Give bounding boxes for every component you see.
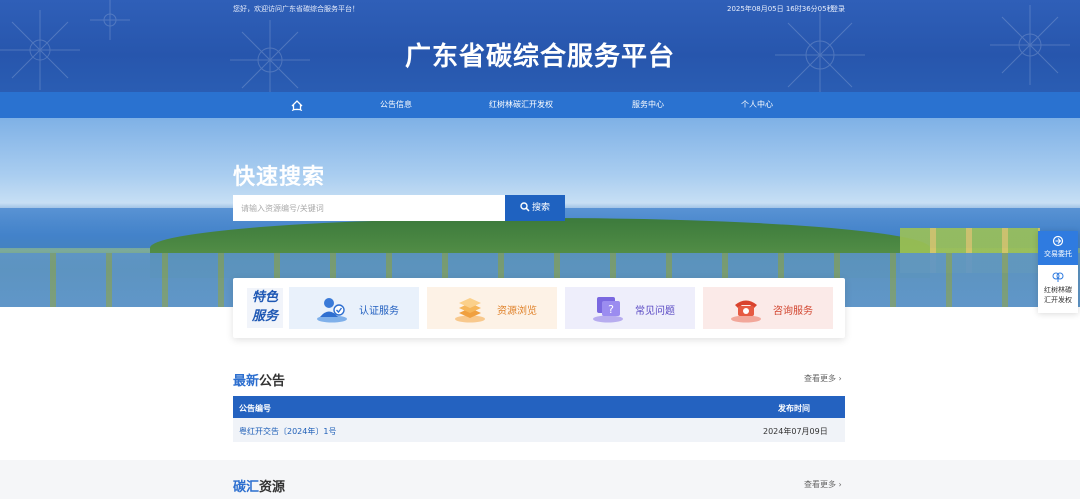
- table-header: 公告编号 发布时间: [233, 396, 845, 418]
- login-link[interactable]: 登录: [831, 4, 845, 14]
- announcement-date: 2024年07月09日: [763, 427, 828, 436]
- resource-browse-icon: [455, 298, 485, 323]
- carbon-sink-more-label: 查看更多: [804, 480, 836, 489]
- featured-services-label: 特色 服务: [247, 288, 283, 328]
- welcome-text: 您好，欢迎访问广东省碳综合服务平台！: [233, 5, 359, 13]
- resource-browse-label: 资源浏览: [497, 306, 537, 317]
- site-title: 广东省碳综合服务平台: [404, 42, 675, 72]
- quick-search-title: 快速搜索: [233, 165, 326, 190]
- floating-side-panel: 交易委托 红树林碳汇开发权: [1038, 231, 1078, 313]
- certification-service-card[interactable]: 认证服务: [289, 287, 419, 329]
- certification-service-label: 认证服务: [359, 306, 399, 317]
- column-header-number: 公告编号: [239, 404, 271, 413]
- chevron-right-icon: ›: [838, 480, 842, 489]
- latest-announcements-title-highlight: 最新: [233, 374, 260, 389]
- trade-entrust-label: 交易委托: [1044, 250, 1072, 258]
- faq-card[interactable]: ? 常见问题: [565, 287, 695, 329]
- nav-item-mangrove-carbon-rights[interactable]: 红树林碳汇开发权: [489, 92, 553, 118]
- nav-item-announcements[interactable]: 公告信息: [380, 92, 412, 118]
- phone-icon: [731, 300, 761, 323]
- column-header-date: 发布时间: [778, 404, 810, 413]
- announcements-more-label: 查看更多: [804, 374, 836, 383]
- carbon-sink-more-link[interactable]: 查看更多 ›: [804, 479, 842, 490]
- resource-browse-card[interactable]: 资源浏览: [427, 287, 557, 329]
- nav-item-personal-center[interactable]: 个人中心: [741, 92, 773, 118]
- home-icon[interactable]: [290, 98, 304, 112]
- consulting-service-label: 咨询服务: [773, 306, 813, 317]
- announcements-more-link[interactable]: 查看更多 ›: [804, 373, 842, 384]
- carbon-sink-resources-title: 碳汇资源: [233, 476, 285, 495]
- faq-icon: ?: [593, 297, 623, 323]
- trade-entrust-icon: [1052, 235, 1064, 247]
- certification-icon: [317, 298, 347, 323]
- site-header: 您好，欢迎访问广东省碳综合服务平台！ 2025年08月05日 16时36分05秒…: [0, 0, 1080, 92]
- featured-label-line2: 服务: [251, 309, 278, 324]
- svg-text:?: ?: [608, 303, 614, 316]
- top-bar: 您好，欢迎访问广东省碳综合服务平台！ 2025年08月05日 16时36分05秒…: [0, 0, 1080, 16]
- main-nav: 公告信息 红树林碳汇开发权 服务中心 个人中心: [0, 92, 1080, 118]
- mangrove-icon: [1052, 272, 1064, 282]
- mangrove-rights-button[interactable]: 红树林碳汇开发权: [1038, 267, 1078, 313]
- featured-services-panel: 特色 服务 认证服务 资源浏览 ? 常见问题 咨询服务: [233, 278, 845, 338]
- faq-label: 常见问题: [635, 306, 675, 317]
- mangrove-rights-label: 红树林碳汇开发权: [1044, 286, 1072, 304]
- carbon-sink-title-rest: 资源: [259, 480, 286, 495]
- search-icon: [520, 202, 530, 212]
- featured-label-line1: 特色: [251, 290, 278, 305]
- carbon-sink-title-highlight: 碳汇: [233, 480, 260, 495]
- announcements-table: 公告编号 发布时间 粤红开交告〔2024年〕1号 2024年07月09日: [233, 396, 845, 442]
- search-button-label: 搜索: [531, 203, 550, 213]
- latest-announcements-title-rest: 公告: [259, 374, 286, 389]
- carbon-sink-section-bg: [0, 460, 1080, 499]
- announcement-number: 粤红开交告〔2024年〕1号: [239, 427, 337, 436]
- table-row[interactable]: 粤红开交告〔2024年〕1号 2024年07月09日: [233, 418, 845, 442]
- nav-item-service-center[interactable]: 服务中心: [632, 92, 664, 118]
- latest-announcements-title: 最新公告: [233, 370, 285, 389]
- current-datetime: 2025年08月05日 16时36分05秒: [727, 5, 834, 13]
- consulting-service-card[interactable]: 咨询服务: [703, 287, 833, 329]
- chevron-right-icon: ›: [838, 374, 842, 383]
- search-input[interactable]: [233, 195, 505, 221]
- search-button[interactable]: 搜索: [505, 195, 565, 221]
- trade-entrust-button[interactable]: 交易委托: [1038, 231, 1078, 265]
